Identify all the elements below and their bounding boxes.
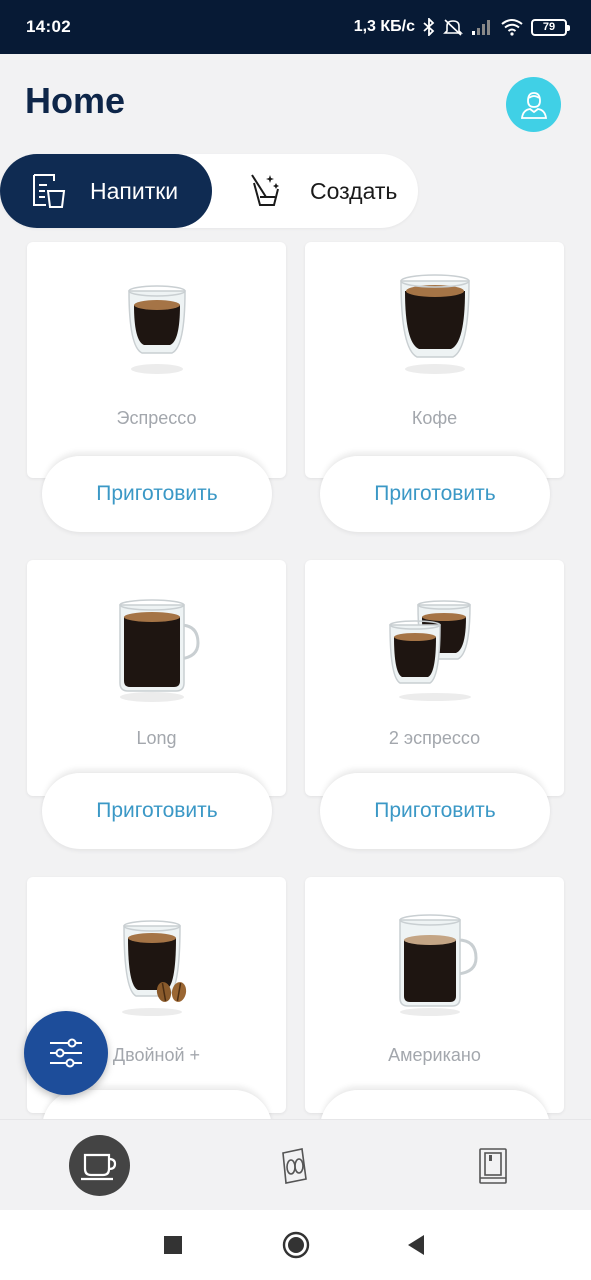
network-speed: 1,3 КБ/с [353, 18, 415, 35]
americano-mug-image [305, 907, 564, 1027]
drink-card-coffee[interactable]: Кофе [305, 242, 564, 478]
status-bar: 14:02 1,3 КБ/с 79 [0, 0, 591, 54]
double-plus-glass-image [27, 907, 286, 1027]
drink-name: Эспрессо [116, 408, 197, 428]
battery-level: 79 [542, 21, 556, 33]
nav-machine[interactable] [468, 1120, 518, 1211]
recent-apps-button[interactable] [161, 1210, 185, 1280]
drink-name: Американо [388, 1045, 481, 1065]
drinks-menu-icon [26, 169, 70, 213]
home-button[interactable] [280, 1210, 312, 1280]
filter-sliders-icon [50, 1038, 82, 1068]
prepare-button-espresso[interactable]: Приготовить [42, 456, 272, 532]
tab-drinks-label: Напитки [90, 177, 179, 204]
prepare-button-coffee[interactable]: Приготовить [320, 456, 550, 532]
drink-card-espresso[interactable]: Эспрессо [27, 242, 286, 478]
bottom-navigation [0, 1119, 591, 1210]
coffee-beans-icon [282, 1147, 307, 1184]
bluetooth-icon [423, 18, 435, 36]
home-circle-icon [282, 1231, 310, 1259]
battery-icon: 79 [531, 18, 570, 36]
app-screen: 14:02 1,3 КБ/с 79 Home Напитки Создать Э… [0, 0, 591, 1280]
coffee-glass-image [305, 264, 564, 384]
long-mug-image [27, 590, 286, 710]
drink-card-two-espresso[interactable]: 2 эспрессо [305, 560, 564, 796]
prepare-button-two-espresso[interactable]: Приготовить [320, 773, 550, 849]
drink-card-americano[interactable]: Американо [305, 877, 564, 1113]
create-drink-icon [244, 169, 288, 213]
square-icon [164, 1236, 182, 1254]
back-button[interactable] [404, 1210, 428, 1280]
profile-button[interactable] [506, 77, 561, 132]
segmented-tabs: Напитки Создать [0, 154, 418, 228]
coffee-cup-icon [81, 1153, 117, 1180]
two-espresso-glasses-image [305, 590, 564, 710]
page-title: Home [25, 80, 126, 121]
drink-card-long[interactable]: Long [27, 560, 286, 796]
prepare-button-long[interactable]: Приготовить [42, 773, 272, 849]
back-triangle-icon [408, 1235, 424, 1255]
system-navigation [0, 1210, 591, 1280]
status-icons: 1,3 КБ/с 79 [353, 18, 570, 36]
coffee-machine-icon [479, 1147, 507, 1184]
tab-create[interactable]: Создать [214, 154, 418, 228]
tab-drinks[interactable]: Напитки [0, 154, 212, 228]
drink-name: Кофе [411, 408, 458, 428]
drink-name: Long [136, 728, 177, 748]
status-time: 14:02 [26, 17, 71, 36]
user-avatar-icon [520, 91, 547, 119]
filter-button[interactable] [24, 1011, 108, 1095]
wifi-icon [501, 19, 523, 36]
espresso-glass-image [27, 264, 286, 384]
nav-drinks[interactable] [68, 1120, 130, 1211]
nav-beans[interactable] [270, 1120, 320, 1211]
signal-icon [472, 20, 490, 35]
drink-name: 2 эспрессо [388, 728, 481, 748]
mute-icon [443, 19, 463, 36]
tab-create-label: Создать [310, 177, 398, 204]
